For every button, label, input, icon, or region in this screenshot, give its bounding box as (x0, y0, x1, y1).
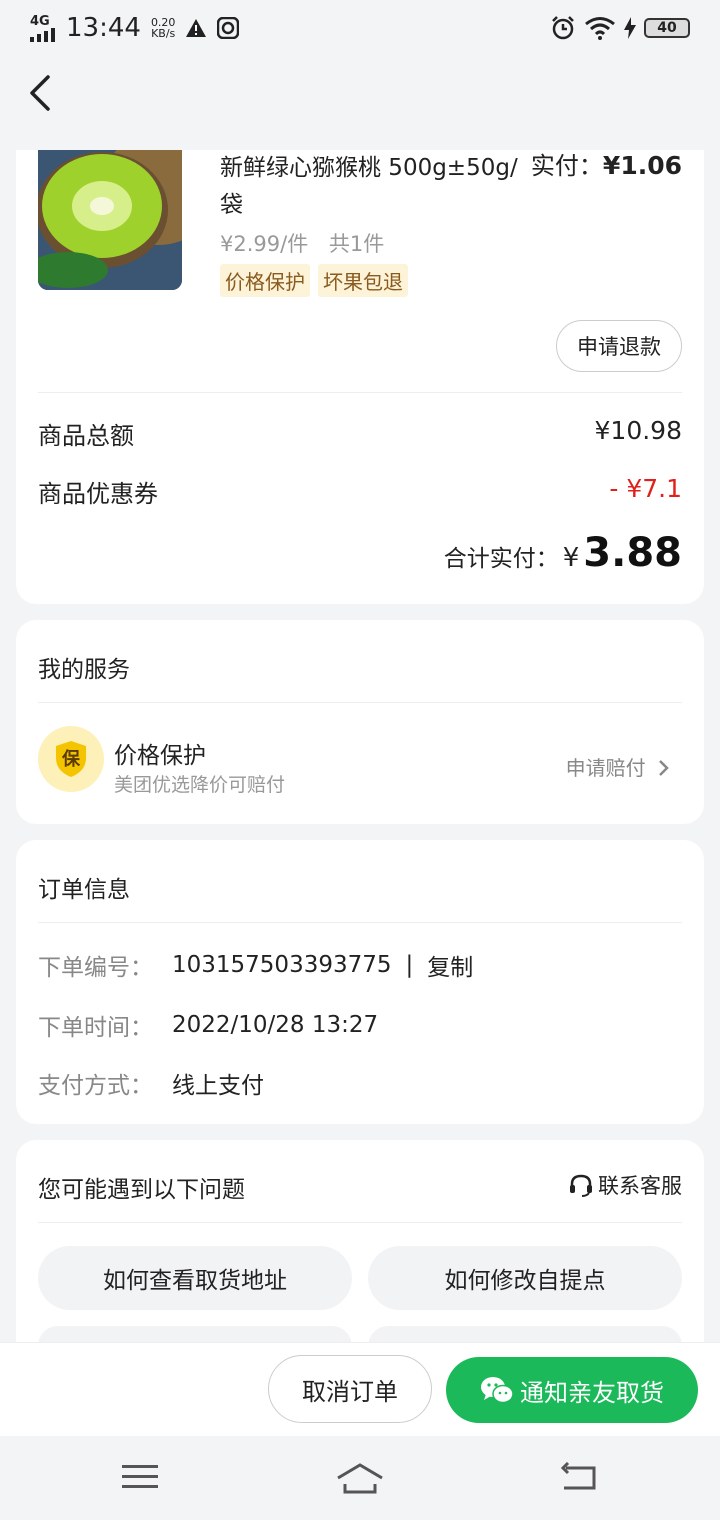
unit-price: ¥2.99/件 (220, 232, 309, 256)
headset-icon (570, 1174, 592, 1197)
coupon-row: 商品优惠券 - ¥7.1 (38, 474, 682, 509)
shield-badge-icon: 保 (56, 741, 86, 777)
order-time-value: 2022/10/28 13:27 (172, 1012, 379, 1038)
order-number-value: 103157503393775 (172, 952, 392, 978)
status-bar: 4G 13:44 0.20 KB/s 40 (0, 0, 720, 56)
system-nav-bar (0, 1436, 720, 1520)
home-icon[interactable] (336, 1462, 384, 1496)
shield-icon: 保 (38, 726, 104, 792)
order-number-label: 下单编号： (38, 955, 153, 981)
apply-compensation-link[interactable]: 申请赔付 (566, 752, 670, 781)
separator: | (405, 952, 414, 978)
faq-title: 您可能遇到以下问题 (38, 1177, 245, 1203)
svg-text:保: 保 (61, 748, 81, 770)
goods-total-value: ¥10.98 (594, 416, 682, 445)
order-time-label: 下单时间： (38, 1015, 153, 1041)
goods-total-label: 商品总额 (38, 422, 134, 450)
sync-icon (217, 17, 240, 39)
order-info-title: 订单信息 (38, 877, 130, 903)
product-tags: 价格保护 坏果包退 (220, 264, 408, 297)
divider (38, 1222, 682, 1223)
order-time-row: 下单时间： 2022/10/28 13:27 (38, 1008, 378, 1042)
menu-icon[interactable] (122, 1462, 158, 1492)
bottom-action-bar: 取消订单 通知亲友取货 (0, 1342, 720, 1436)
back-nav-icon[interactable] (560, 1462, 598, 1492)
contact-service-label: 联系客服 (598, 1174, 682, 1198)
faq-question-change-pickup-point[interactable]: 如何修改自提点 (368, 1246, 682, 1310)
payment-method-label: 支付方式： (38, 1073, 153, 1099)
divider (38, 392, 682, 393)
copy-button[interactable]: 复制 (427, 948, 473, 982)
cancel-order-button[interactable]: 取消订单 (268, 1355, 432, 1423)
faq-question-pickup-address[interactable]: 如何查看取货地址 (38, 1246, 352, 1310)
product-paid: 实付：¥1.06 (531, 150, 682, 182)
product-paid-value: ¥1.06 (602, 151, 682, 180)
services-title: 我的服务 (38, 657, 130, 683)
product-image[interactable] (38, 150, 182, 290)
divider (38, 702, 682, 703)
service-price-protection: 价格保护 (114, 743, 206, 769)
kiwi-image (38, 150, 182, 290)
total-paid-label: 合计实付： (443, 546, 559, 572)
speed-unit: KB/s (151, 27, 176, 40)
faq-card: 您可能遇到以下问题 联系客服 如何查看取货地址 如何修改自提点 (16, 1140, 704, 1366)
order-info-card: 订单信息 下单编号： 103157503393775 | 复制 下单时间： 20… (16, 840, 704, 1124)
product-paid-label: 实付： (530, 152, 603, 180)
my-services-card: 我的服务 保 价格保护 美团优选降价可赔付 申请赔付 (16, 620, 704, 824)
coupon-label: 商品优惠券 (38, 480, 158, 508)
alarm-icon (552, 16, 574, 40)
quantity: 共1件 (328, 232, 385, 256)
clock: 13:44 (66, 13, 141, 43)
payment-method-value: 线上支付 (172, 1073, 264, 1099)
back-arrow-icon[interactable] (26, 73, 56, 113)
total-paid-value: 3.88 (583, 530, 682, 576)
order-number-row: 下单编号： 103157503393775 | 复制 (38, 948, 473, 982)
product-item[interactable]: 新鲜绿心猕猴桃 500g±50g/袋 实付：¥1.06 ¥2.99/件 共1件 … (38, 150, 682, 310)
total-paid-symbol: ¥ (562, 543, 580, 573)
payment-method-row: 支付方式： 线上支付 (38, 1066, 264, 1100)
refund-button[interactable]: 申请退款 (556, 320, 682, 372)
notify-friend-pickup-button[interactable]: 通知亲友取货 (446, 1357, 698, 1423)
network-speed: 0.20 KB/s (151, 17, 176, 39)
contact-service-link[interactable]: 联系客服 (568, 1170, 682, 1200)
tag-bad-fruit-refund: 坏果包退 (318, 264, 408, 297)
nav-bar (0, 56, 720, 130)
service-subtitle: 美团优选降价可赔付 (114, 774, 286, 796)
battery-level: 40 (644, 18, 690, 38)
wifi-icon (585, 17, 615, 40)
network-type: 4G (30, 13, 50, 29)
tag-price-protection: 价格保护 (220, 264, 310, 297)
charging-icon (624, 17, 636, 39)
goods-total-row: 商品总额 ¥10.98 (38, 416, 682, 451)
total-paid: 合计实付： ¥ 3.88 (444, 530, 682, 576)
apply-compensation-label: 申请赔付 (565, 756, 646, 780)
divider (38, 922, 682, 923)
warning-icon (186, 19, 207, 37)
notify-friend-pickup-label: 通知亲友取货 (520, 1378, 664, 1407)
signal-bars-icon (30, 27, 55, 42)
chevron-right-icon (659, 760, 669, 776)
product-unit-info: ¥2.99/件 共1件 (220, 228, 384, 258)
signal-indicator: 4G (30, 15, 56, 42)
order-product-card: 新鲜绿心猕猴桃 500g±50g/袋 实付：¥1.06 ¥2.99/件 共1件 … (16, 150, 704, 604)
coupon-value: - ¥7.1 (609, 474, 682, 503)
product-name: 新鲜绿心猕猴桃 500g±50g/袋 (220, 155, 518, 218)
wechat-icon (481, 1377, 514, 1404)
